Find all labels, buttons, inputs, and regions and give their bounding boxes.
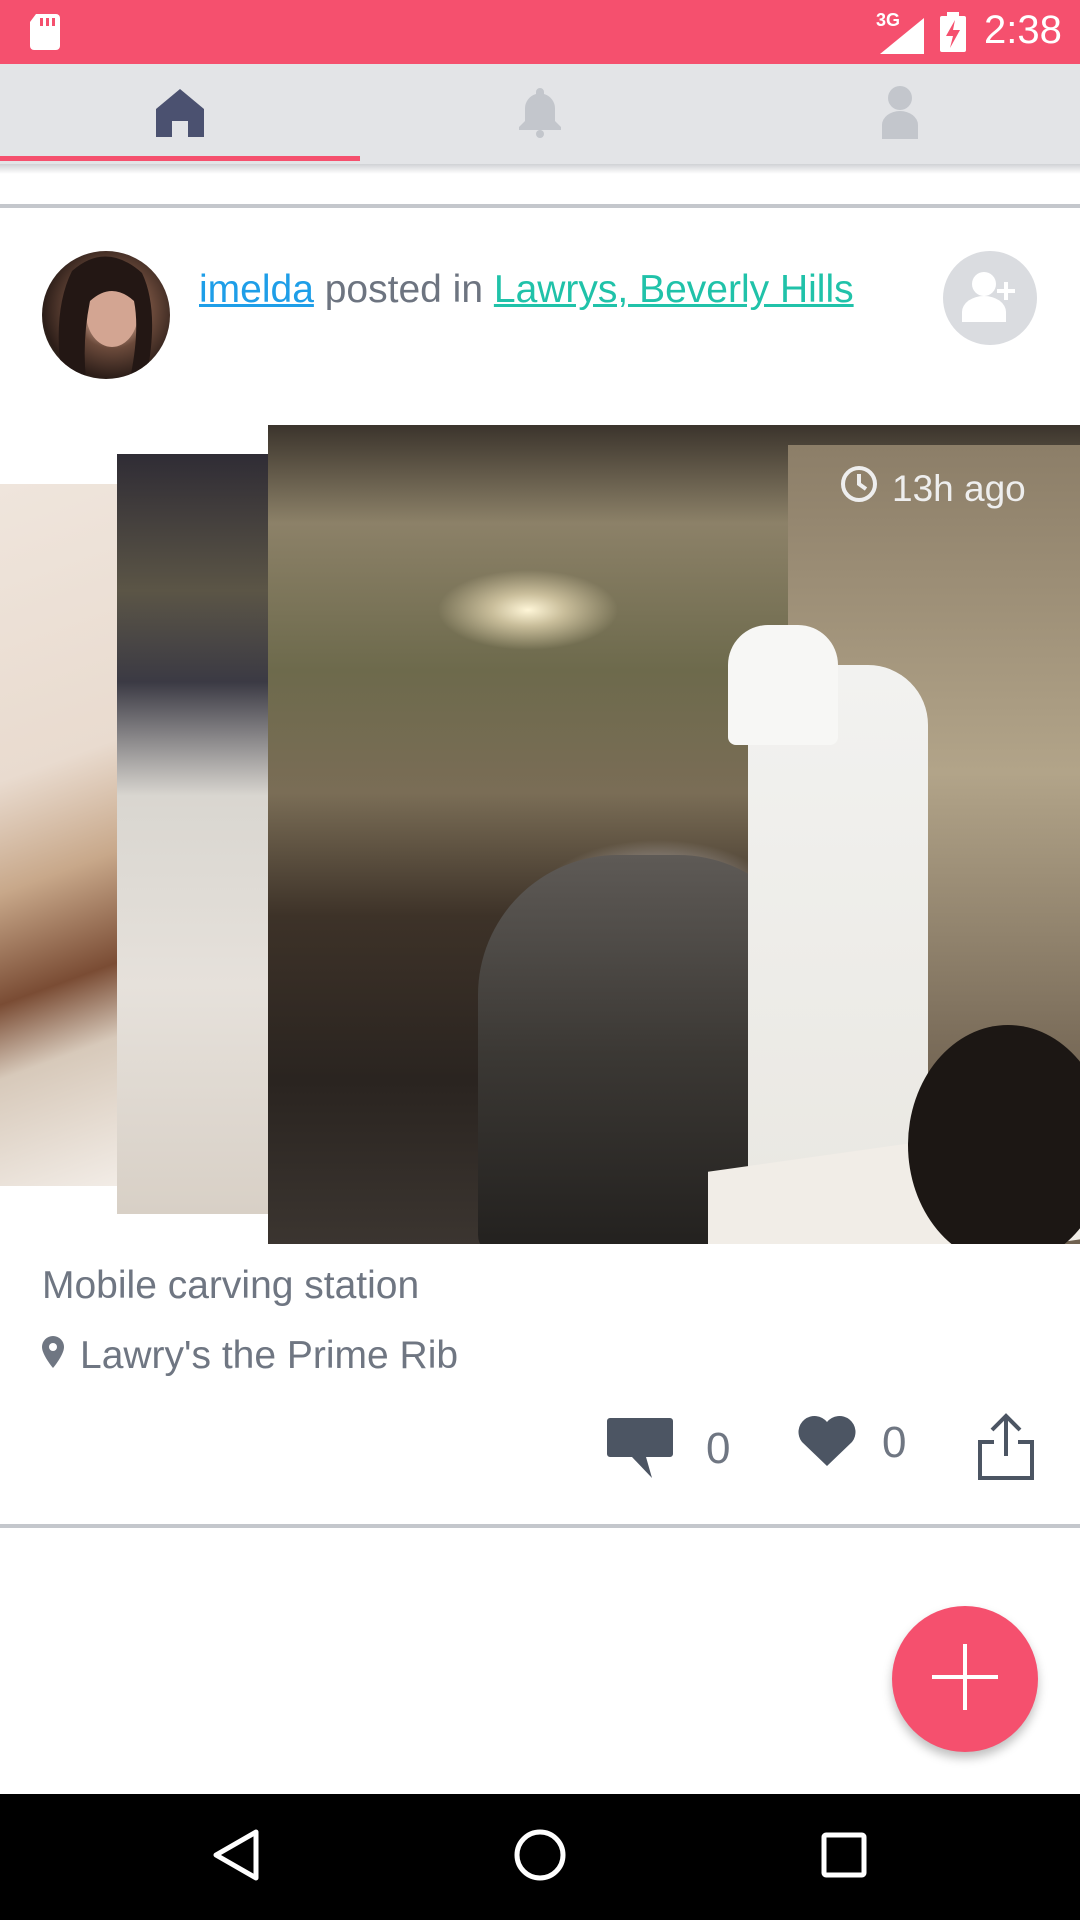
- divider-bottom: [0, 1524, 1080, 1528]
- post-photo-main[interactable]: [268, 425, 1080, 1244]
- system-nav-bar: [0, 1794, 1080, 1920]
- recents-icon: [820, 1831, 868, 1884]
- posted-in-text: posted in: [324, 268, 484, 311]
- tab-profile[interactable]: [720, 64, 1080, 164]
- post-location[interactable]: Lawry's the Prime Rib: [42, 1334, 458, 1378]
- username-link[interactable]: imelda: [199, 268, 314, 311]
- post-caption: Mobile carving station: [42, 1264, 420, 1307]
- signal-icon: [880, 18, 924, 59]
- sd-card-icon: [30, 14, 62, 55]
- profile-icon: [879, 85, 921, 144]
- bell-icon: [518, 86, 562, 143]
- comment-button[interactable]: 0: [606, 1412, 730, 1485]
- comment-count: 0: [706, 1423, 731, 1473]
- share-button[interactable]: [974, 1412, 1038, 1487]
- nav-back-button[interactable]: [166, 1794, 306, 1920]
- status-time: 2:38: [984, 8, 1062, 52]
- home-circle-icon: [513, 1828, 567, 1887]
- heart-icon: [796, 1412, 858, 1473]
- time-ago-label: 13h ago: [892, 467, 1026, 509]
- like-count: 0: [882, 1417, 907, 1467]
- place-link[interactable]: Lawrys, Beverly Hills: [494, 268, 854, 311]
- post-header-text: imelda posted in Lawrys, Beverly Hills: [199, 268, 854, 312]
- status-bar: 3G 2:38: [0, 0, 1080, 64]
- back-icon: [212, 1828, 260, 1887]
- like-button[interactable]: 0: [796, 1412, 906, 1473]
- plus-icon: [932, 1643, 998, 1715]
- location-pin-icon: [42, 1334, 64, 1378]
- tab-notifications[interactable]: [360, 64, 720, 164]
- top-tab-bar: [0, 64, 1080, 174]
- post-photo-2[interactable]: [117, 454, 269, 1214]
- selected-tab-indicator: [0, 156, 360, 161]
- tab-home[interactable]: [0, 64, 360, 164]
- nav-recents-button[interactable]: [774, 1794, 914, 1920]
- nav-home-button[interactable]: [470, 1794, 610, 1920]
- post-time: 13h ago: [840, 465, 1026, 512]
- battery-icon: [940, 12, 966, 57]
- post-photo-3[interactable]: [0, 484, 117, 1186]
- add-post-button[interactable]: [892, 1606, 1038, 1752]
- clock-icon: [840, 465, 878, 512]
- home-icon: [154, 87, 206, 142]
- comment-icon: [606, 1412, 674, 1485]
- location-name: Lawry's the Prime Rib: [80, 1334, 459, 1377]
- add-user-icon: [960, 268, 1020, 329]
- add-friend-button[interactable]: [943, 251, 1037, 345]
- share-icon: [974, 1412, 1038, 1487]
- avatar[interactable]: [42, 251, 170, 379]
- divider-top: [0, 204, 1080, 208]
